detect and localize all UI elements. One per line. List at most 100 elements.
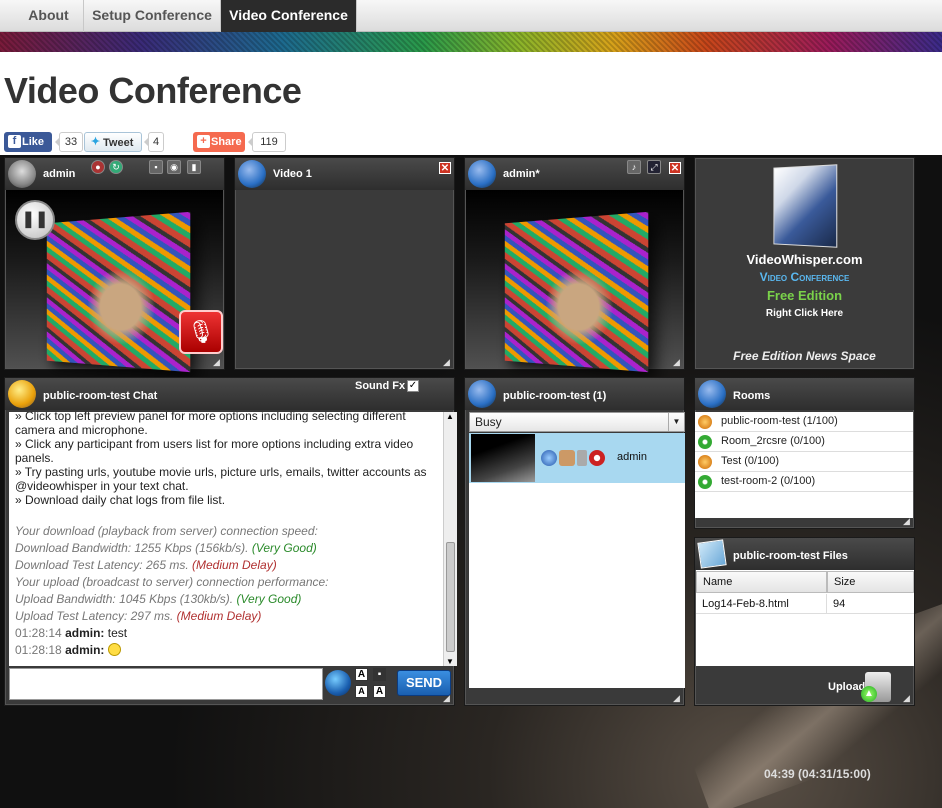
free-edition-ad-panel[interactable]: VideoWhisper.com Video Conference Free E… bbox=[694, 157, 915, 370]
sound-fx-checkbox[interactable]: ✓ bbox=[407, 380, 419, 392]
like-label: Like bbox=[22, 136, 45, 148]
share-count: 119 bbox=[248, 132, 286, 152]
remote-video-panel[interactable]: admin* ♪ ⤢ ✕ ◢ bbox=[464, 157, 685, 373]
resize-icon[interactable]: ◢ bbox=[903, 517, 911, 526]
sound-fx-label: Sound Fx bbox=[355, 380, 406, 392]
chat-user: admin: bbox=[65, 643, 105, 657]
user-list-item[interactable]: admin bbox=[469, 433, 685, 483]
rooms-list: public-room-test (1/100) Room_2rcsre (0/… bbox=[695, 412, 913, 518]
ad-product: Video Conference bbox=[759, 270, 850, 284]
resize-icon[interactable]: ◢ bbox=[673, 358, 681, 367]
chat-scrollbar[interactable]: ▲ ▼ bbox=[443, 412, 457, 666]
user-name: admin bbox=[617, 451, 647, 463]
upload-latency-rating: (Medium Delay) bbox=[176, 609, 262, 623]
chat-panel: public-room-test Chat Sound Fx ✓ » Click… bbox=[4, 377, 457, 706]
room-label: public-room-test (1/100) bbox=[721, 415, 838, 427]
tab-setup-conference[interactable]: Setup Conference bbox=[84, 0, 221, 32]
panel-header: public-room-test (1) bbox=[465, 378, 684, 410]
ad-right-click: Right Click Here bbox=[765, 308, 844, 319]
users-icon bbox=[468, 380, 496, 408]
column-header-name[interactable]: Name bbox=[696, 571, 827, 593]
key-icon bbox=[698, 475, 712, 489]
smiley-icon bbox=[107, 643, 121, 656]
microphone-settings-icon[interactable]: ▮ bbox=[187, 160, 201, 174]
font-smaller-icon[interactable]: A bbox=[355, 685, 368, 698]
panel-header: admin* ♪ ⤢ ✕ bbox=[465, 158, 684, 190]
chat-time: 01:28:18 bbox=[15, 643, 62, 657]
room-item[interactable]: public-room-test (1/100) bbox=[695, 412, 913, 432]
video1-panel[interactable]: Video 1 ✕ ◢ bbox=[234, 157, 455, 370]
chat-user: admin: bbox=[65, 626, 105, 640]
download-latency: Download Test Latency: 265 ms. bbox=[15, 558, 189, 572]
product-box-image bbox=[773, 164, 838, 248]
upload-label[interactable]: Upload bbox=[828, 681, 865, 693]
tab-about[interactable]: About bbox=[14, 0, 84, 32]
chat-message: » Try pasting urls, youtube movie urls, … bbox=[15, 465, 427, 493]
ad-news-space: Free Edition News Space bbox=[733, 349, 876, 363]
like-count: 33 bbox=[55, 132, 83, 152]
facebook-icon: f bbox=[8, 135, 21, 148]
facebook-like-button[interactable]: f Like bbox=[4, 132, 52, 152]
webcam-icon bbox=[468, 160, 496, 188]
download-latency-rating: (Medium Delay) bbox=[192, 558, 277, 572]
resize-icon[interactable]: ◢ bbox=[673, 694, 681, 703]
upload-arrow-icon[interactable]: ▲ bbox=[861, 686, 877, 702]
chat-input[interactable] bbox=[9, 668, 323, 700]
webcam-icon bbox=[8, 160, 36, 188]
refresh-icon[interactable]: ↻ bbox=[109, 160, 123, 174]
panel-header: public-room-test Chat Sound Fx ✓ bbox=[5, 378, 454, 410]
remote-video-feed[interactable] bbox=[466, 190, 683, 373]
close-icon[interactable]: ✕ bbox=[439, 162, 451, 174]
tab-video-conference[interactable]: Video Conference bbox=[221, 0, 357, 39]
rooms-panel: Rooms public-room-test (1/100) Room_2rcs… bbox=[694, 377, 915, 529]
chat-log-line: 01:28:14 admin: test bbox=[15, 626, 437, 640]
camera-settings-icon[interactable]: ▪ bbox=[149, 160, 163, 174]
room-label: Test (0/100) bbox=[721, 455, 780, 467]
microphone-icon bbox=[577, 450, 587, 466]
session-timer: 04:39 (04:31/15:00) bbox=[764, 767, 871, 781]
background-color-icon[interactable]: ▪ bbox=[373, 668, 386, 681]
users-group-icon bbox=[559, 450, 575, 466]
chat-log[interactable]: » Click top left preview panel for more … bbox=[9, 412, 443, 666]
local-video-panel[interactable]: admin ● ↻ ▪ ◉ ▮ ❚❚ 🎙 ◢ bbox=[4, 157, 225, 373]
resize-icon[interactable]: ◢ bbox=[903, 694, 911, 703]
scroll-down-icon[interactable]: ▼ bbox=[446, 657, 454, 666]
font-bold-icon[interactable]: A bbox=[373, 685, 386, 698]
download-bandwidth: Download Bandwidth: 1255 Kbps (156kb/s). bbox=[15, 541, 249, 555]
chat-title: public-room-test Chat bbox=[43, 390, 158, 402]
video-conference-app: admin ● ↻ ▪ ◉ ▮ ❚❚ 🎙 ◢ Video 1 ✕ ◢ admin… bbox=[0, 155, 942, 808]
room-item[interactable]: Room_2rcsre (0/100) bbox=[695, 432, 913, 452]
scroll-up-icon[interactable]: ▲ bbox=[446, 412, 454, 421]
room-item[interactable]: Test (0/100) bbox=[695, 452, 913, 472]
column-header-size[interactable]: Size bbox=[827, 571, 914, 593]
remote-user-name: admin* bbox=[503, 168, 540, 180]
emoticons-icon[interactable] bbox=[325, 670, 351, 696]
fullscreen-icon[interactable]: ⤢ bbox=[647, 160, 661, 174]
room-label: Room_2rcsre (0/100) bbox=[721, 435, 825, 447]
webcam-settings-icon[interactable]: ◉ bbox=[167, 160, 181, 174]
page-title: Video Conference bbox=[4, 70, 302, 111]
scroll-thumb[interactable] bbox=[446, 542, 455, 652]
chat-message: » Download daily chat logs from file lis… bbox=[15, 493, 226, 507]
pause-button[interactable]: ❚❚ bbox=[15, 200, 55, 240]
mute-speaker-icon[interactable]: ♪ bbox=[627, 160, 641, 174]
resize-icon[interactable]: ◢ bbox=[213, 358, 221, 367]
record-icon[interactable]: ● bbox=[91, 160, 105, 174]
status-select[interactable]: Busy ▼ bbox=[469, 412, 685, 432]
room-item[interactable]: test-room-2 (0/100) bbox=[695, 472, 913, 492]
upload-bandwidth: Upload Bandwidth: 1045 Kbps (130kb/s). bbox=[15, 592, 234, 606]
plus-icon: + bbox=[197, 135, 210, 148]
file-name[interactable]: Log14-Feb-8.html bbox=[696, 594, 827, 614]
share-button[interactable]: + Share bbox=[193, 132, 245, 152]
resize-icon[interactable]: ◢ bbox=[443, 694, 451, 703]
close-icon[interactable]: ✕ bbox=[669, 162, 681, 174]
video1-title: Video 1 bbox=[273, 168, 312, 180]
resize-icon[interactable]: ◢ bbox=[443, 358, 451, 367]
users-title: public-room-test (1) bbox=[503, 390, 607, 402]
microphone-mute-button[interactable]: 🎙 bbox=[179, 310, 223, 354]
tweet-button[interactable]: ✦ Tweet bbox=[84, 132, 142, 152]
panel-header: Video 1 ✕ bbox=[235, 158, 454, 190]
font-color-icon[interactable]: A bbox=[355, 668, 368, 681]
users-icon bbox=[698, 455, 712, 469]
rainbow-banner bbox=[0, 32, 942, 52]
